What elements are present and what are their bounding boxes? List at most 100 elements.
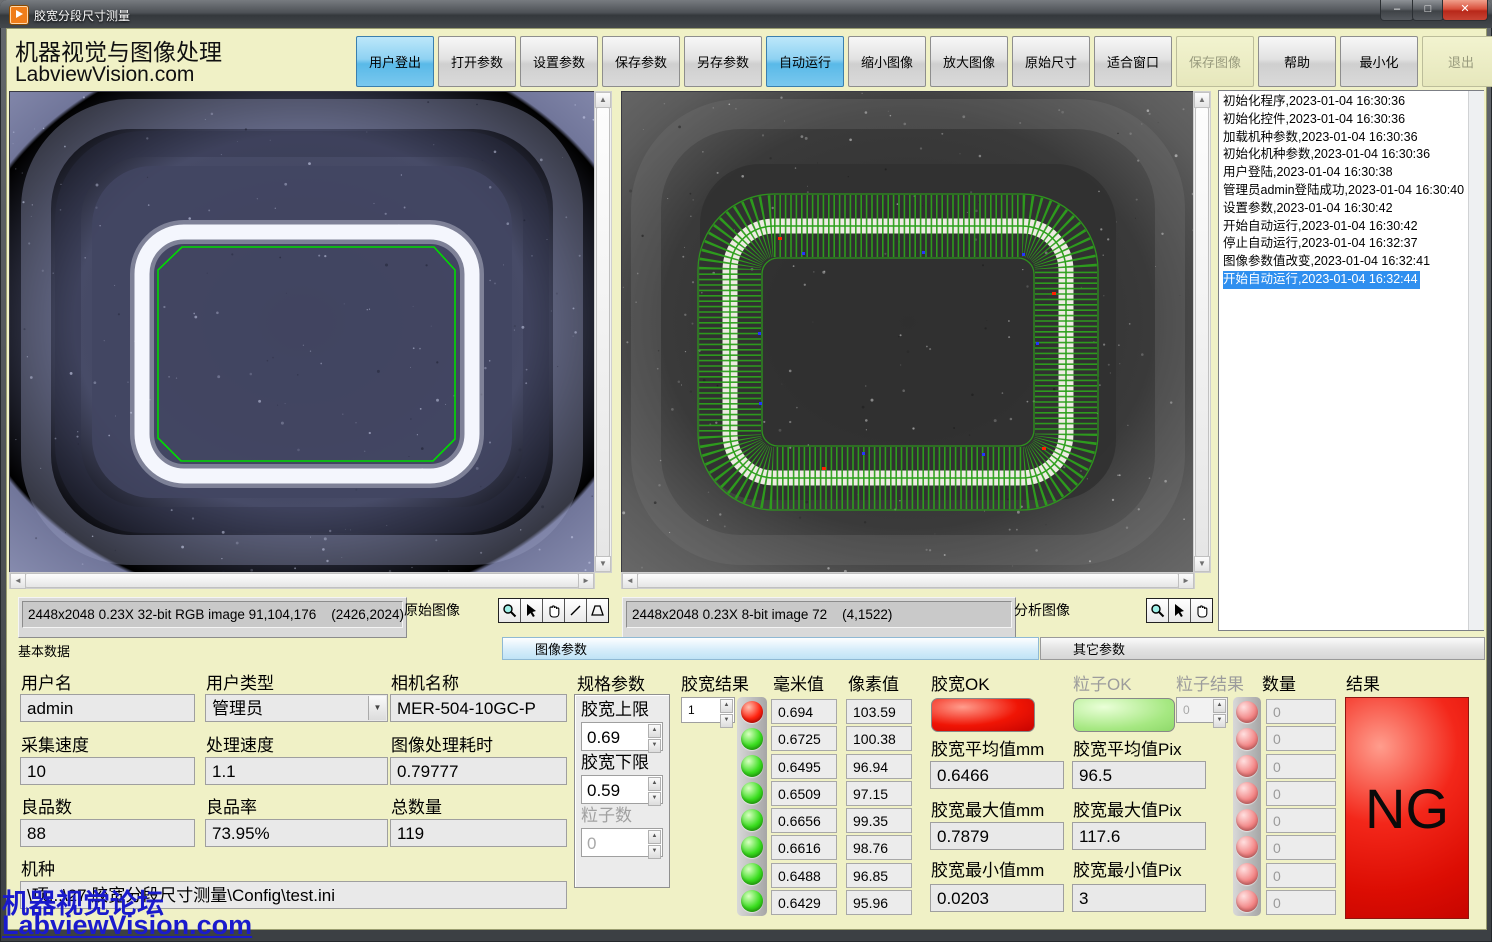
- log-entry[interactable]: 设置参数,2023-01-04 16:30:42: [1223, 200, 1483, 218]
- count-value: 0: [1266, 754, 1336, 779]
- app-icon: [9, 5, 29, 25]
- log-entry[interactable]: 加载机种参数,2023-01-04 16:30:36: [1223, 129, 1483, 147]
- title-bar: 胶宽分段尺寸测量 – □ ✕: [0, 0, 1492, 28]
- chevron-down-icon[interactable]: ▼: [368, 696, 386, 720]
- glue-max-pix-field: 117.6: [1072, 822, 1206, 850]
- glue-upper-field[interactable]: 0.69 ▲▼: [581, 722, 663, 751]
- result-indicator: NG: [1345, 697, 1469, 919]
- glue-result-index-spinner[interactable]: 1 ▲▼: [681, 697, 735, 723]
- log-entry[interactable]: 停止自动运行,2023-01-04 16:32:37: [1223, 235, 1483, 253]
- glue-result-label: 胶宽结果: [681, 670, 749, 695]
- analysis-hscrollbar[interactable]: ◄►: [621, 572, 1195, 589]
- pix-value: 100.38: [846, 726, 912, 751]
- window-minimize-button[interactable]: –: [1380, 0, 1414, 21]
- save-as-params-button[interactable]: 另存参数: [684, 36, 762, 87]
- spec-group-title: 规格参数: [577, 670, 645, 695]
- good-rate-label: 良品率: [206, 793, 257, 818]
- log-entry[interactable]: 图像参数值改变,2023-01-04 16:32:41: [1223, 253, 1483, 271]
- zoom-out-button[interactable]: 缩小图像: [848, 36, 926, 87]
- glue-avg-pix-field: 96.5: [1072, 761, 1206, 789]
- glue-max-mm-label: 胶宽最大值mm: [931, 796, 1044, 821]
- glue-upper-value: 0.69: [587, 728, 620, 747]
- glue-lower-label: 胶宽下限: [581, 751, 663, 775]
- log-entry-selected[interactable]: 开始自动运行,2023-01-04 16:32:44: [1223, 271, 1420, 289]
- status-led: [1236, 863, 1258, 885]
- logout-button[interactable]: 用户登出: [356, 36, 434, 87]
- pix-column-header: 像素值: [848, 670, 899, 695]
- status-led: [741, 782, 763, 804]
- glue-min-pix-label: 胶宽最小值Pix: [1073, 856, 1182, 881]
- analysis-image-canvas[interactable]: [621, 91, 1195, 573]
- glue-upper-label: 胶宽上限: [581, 698, 663, 722]
- window-close-button[interactable]: ✕: [1442, 0, 1488, 21]
- mm-value: 0.6495: [771, 754, 837, 779]
- tab-image-params[interactable]: 图像参数: [502, 637, 1039, 660]
- usertype-label: 用户类型: [206, 669, 274, 694]
- mm-value: 0.6429: [771, 890, 837, 915]
- tab-other-params[interactable]: 其它参数: [1040, 637, 1485, 660]
- status-led: [741, 809, 763, 831]
- minimize-app-button[interactable]: 最小化: [1340, 36, 1418, 87]
- count-value: 0: [1266, 835, 1336, 860]
- save-params-button[interactable]: 保存参数: [602, 36, 680, 87]
- log-entry[interactable]: 管理员admin登陆成功,2023-01-04 16:30:40: [1223, 182, 1483, 200]
- count-value: 0: [1266, 808, 1336, 833]
- event-log[interactable]: 初始化程序,2023-01-04 16:30:36 初始化控件,2023-01-…: [1218, 90, 1484, 631]
- pix-value: 95.96: [846, 890, 912, 915]
- good-rate-field: 73.95%: [205, 819, 388, 847]
- log-scrollbar[interactable]: [1468, 91, 1484, 630]
- spinner-arrows-icon[interactable]: ▲▼: [648, 777, 661, 807]
- glue-lower-field[interactable]: 0.59 ▲▼: [581, 775, 663, 804]
- spec-group: 胶宽上限 0.69 ▲▼ 胶宽下限 0.59 ▲▼ 粒子数 0 ▲▼: [574, 694, 670, 888]
- particle-result-spinner: 0 ▲▼: [1176, 697, 1228, 723]
- open-params-button[interactable]: 打开参数: [438, 36, 516, 87]
- status-led: [741, 863, 763, 885]
- mm-value: 0.6656: [771, 808, 837, 833]
- log-entry[interactable]: 开始自动运行,2023-01-04 16:30:42: [1223, 218, 1483, 236]
- username-field[interactable]: admin: [20, 694, 195, 722]
- polygon-icon[interactable]: [587, 599, 608, 622]
- pix-value: 99.35: [846, 808, 912, 833]
- status-led: [741, 701, 763, 723]
- zoom-in-button[interactable]: 放大图像: [930, 36, 1008, 87]
- usertype-dropdown[interactable]: 管理员 ▼: [205, 694, 388, 722]
- particle-count-label: 粒子数: [581, 804, 663, 828]
- cursor-icon[interactable]: [1169, 599, 1191, 622]
- original-tool-palette: [498, 598, 609, 623]
- log-entry[interactable]: 用户登陆,2023-01-04 16:30:38: [1223, 164, 1483, 182]
- glue-avg-mm-field: 0.6466: [930, 761, 1064, 789]
- line-icon[interactable]: [565, 599, 587, 622]
- count-value: 0: [1266, 699, 1336, 724]
- set-params-button[interactable]: 设置参数: [520, 36, 598, 87]
- log-entry[interactable]: 初始化机种参数,2023-01-04 16:30:36: [1223, 146, 1483, 164]
- original-vscrollbar[interactable]: ▲▼: [594, 91, 612, 573]
- zoom-icon[interactable]: [1147, 599, 1169, 622]
- app-subtitle: LabviewVision.com: [15, 63, 194, 87]
- pix-value: 97.15: [846, 781, 912, 806]
- original-image-canvas[interactable]: [9, 91, 595, 573]
- auto-run-button[interactable]: 自动运行: [766, 36, 844, 87]
- analysis-vscrollbar[interactable]: ▲▼: [1193, 91, 1211, 573]
- original-hscrollbar[interactable]: ◄►: [9, 572, 595, 589]
- usertype-value: 管理员: [212, 699, 263, 718]
- status-led: [1236, 755, 1258, 777]
- total-count-label: 总数量: [391, 793, 442, 818]
- pan-icon[interactable]: [1191, 599, 1212, 622]
- log-entry[interactable]: 初始化控件,2023-01-04 16:30:36: [1223, 111, 1483, 129]
- zoom-icon[interactable]: [499, 599, 521, 622]
- spinner-arrows-icon[interactable]: ▲▼: [720, 699, 733, 729]
- pan-icon[interactable]: [543, 599, 565, 622]
- toolbar: 用户登出 打开参数 设置参数 保存参数 另存参数 自动运行 缩小图像 放大图像 …: [356, 36, 1492, 87]
- help-button[interactable]: 帮助: [1258, 36, 1336, 87]
- mm-value-column: 0.694 0.6725 0.6495 0.6509 0.6656 0.6616…: [771, 699, 837, 915]
- cursor-icon[interactable]: [521, 599, 543, 622]
- app-title: 机器视觉与图像处理: [15, 33, 222, 67]
- original-size-button[interactable]: 原始尺寸: [1012, 36, 1090, 87]
- count-value: 0: [1266, 726, 1336, 751]
- fit-window-button[interactable]: 适合窗口: [1094, 36, 1172, 87]
- spinner-arrows-icon[interactable]: ▲▼: [648, 724, 661, 754]
- status-led: [741, 755, 763, 777]
- window-maximize-button[interactable]: □: [1412, 0, 1444, 21]
- tab-basic-data[interactable]: 基本数据: [18, 641, 70, 660]
- log-entry[interactable]: 初始化程序,2023-01-04 16:30:36: [1223, 93, 1483, 111]
